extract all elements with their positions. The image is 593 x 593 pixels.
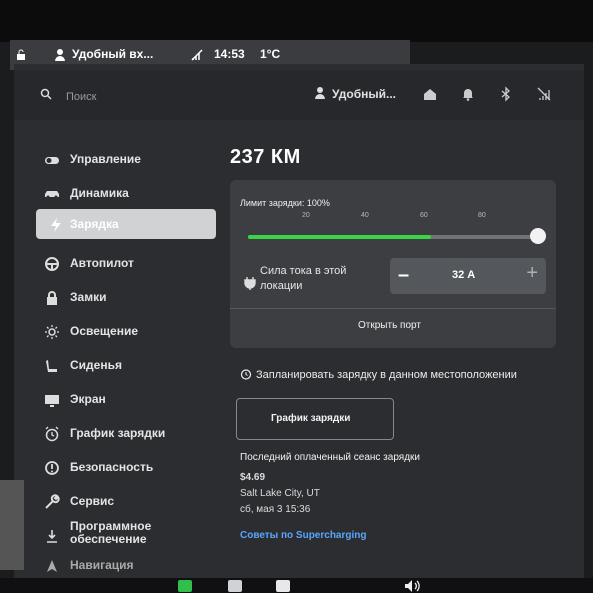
toggle-icon xyxy=(45,157,59,164)
current-stepper: – 32 А + xyxy=(390,258,546,294)
tick-label: 20 xyxy=(302,212,310,219)
sidebar-item-seats[interactable]: Сиденья xyxy=(14,350,214,380)
sidebar-item-service[interactable]: Сервис xyxy=(14,486,214,516)
sidebar-item-label: Безопасность xyxy=(70,460,154,474)
current-charge-fill xyxy=(248,235,431,239)
current-value: 32 А xyxy=(452,269,476,281)
sidebar-item-label: Динамика xyxy=(70,186,129,200)
light-icon xyxy=(45,325,59,339)
current-label: Сила тока в этой локации xyxy=(260,265,347,292)
sidebar-item-label: Замки xyxy=(70,290,107,304)
sidebar-item-label: Управление xyxy=(70,152,141,166)
last-session-date: сб, мая 3 15:36 xyxy=(240,504,311,515)
tick-label: 60 xyxy=(420,212,428,219)
bell-icon[interactable] xyxy=(460,86,476,102)
search-input[interactable]: Поиск xyxy=(66,91,96,103)
taskbar xyxy=(0,578,593,593)
sidebar-item-label: График зарядки xyxy=(70,426,166,440)
charge-limit-label: Лимит зарядки: 100% xyxy=(240,198,330,208)
wrench-icon xyxy=(45,494,60,509)
sidebar-item-controls[interactable]: Управление xyxy=(14,144,214,174)
last-session-amount: $4.69 xyxy=(240,472,266,483)
sidebar-item-label: Навигация xyxy=(70,558,134,572)
tick-label: 40 xyxy=(361,212,369,219)
sidebar-item-navigation[interactable]: Навигация xyxy=(14,554,214,576)
tick-label: 80 xyxy=(478,212,486,219)
sidebar-item-display[interactable]: Экран xyxy=(14,384,214,414)
alarm-clock-icon xyxy=(240,369,252,380)
volume-icon[interactable] xyxy=(404,579,424,593)
app-icon[interactable] xyxy=(276,580,290,592)
header-bar: Поиск Удобный... xyxy=(14,70,584,120)
plug-icon xyxy=(244,277,256,290)
steering-wheel-icon xyxy=(45,257,59,271)
sidebar-item-label: Сиденья xyxy=(70,358,122,372)
garage-icon[interactable] xyxy=(422,86,438,102)
status-time: 14:53 xyxy=(214,47,245,61)
seat-icon xyxy=(46,360,57,372)
sidebar-item-software[interactable]: Программное обеспечение xyxy=(14,518,214,554)
sidebar-item-label: Автопилот xyxy=(70,256,134,270)
sidebar-item-label: Сервис xyxy=(70,494,115,508)
charge-schedule-button[interactable]: График зарядки xyxy=(236,398,394,440)
divider xyxy=(230,308,556,309)
status-temperature: 1°C xyxy=(260,47,281,61)
alarm-clock-icon xyxy=(45,426,59,442)
sidebar-item-safety[interactable]: Безопасность xyxy=(14,452,214,482)
sidebar-item-dynamics[interactable]: Динамика xyxy=(14,178,214,208)
sidebar-item-locks[interactable]: Замки xyxy=(14,282,214,312)
supercharging-tips-link[interactable]: Советы по Supercharging xyxy=(240,530,366,541)
increase-current-button[interactable]: + xyxy=(526,262,538,285)
last-session-title: Последний оплаченный сеанс зарядки xyxy=(240,452,420,463)
screen-icon xyxy=(45,395,59,407)
navigation-icon xyxy=(47,560,57,572)
charge-settings-card: Лимит зарядки: 100% 20 40 60 80 Сила ток… xyxy=(230,180,556,348)
range-readout: 237 КМ xyxy=(230,146,301,168)
lock-icon xyxy=(47,291,57,305)
schedule-charging-option[interactable]: Запланировать зарядку в данном местополо… xyxy=(240,368,517,381)
last-session-location: Salt Lake City, UT xyxy=(240,488,320,499)
sidebar-item-charge-schedule[interactable]: График зарядки xyxy=(14,418,214,448)
sidebar-item-autopilot[interactable]: Автопилот xyxy=(14,248,214,278)
charge-schedule-button-label: График зарядки xyxy=(271,413,351,424)
sidebar-item-label: Программное обеспечение xyxy=(70,519,152,546)
sidebar-item-lighting[interactable]: Освещение xyxy=(14,316,214,346)
screen-bezel-top xyxy=(0,0,593,42)
profile-icon[interactable] xyxy=(314,86,326,100)
bluetooth-icon[interactable] xyxy=(498,86,514,102)
status-profile-text: Удобный вх... xyxy=(72,47,154,61)
app-icon[interactable] xyxy=(228,580,242,592)
sidebar-item-label: Зарядка xyxy=(70,217,119,231)
decrease-current-button[interactable]: – xyxy=(398,264,409,287)
sidebar-item-charging[interactable]: Зарядка xyxy=(36,209,216,239)
bolt-icon xyxy=(51,218,61,232)
open-charge-port-button[interactable]: Открыть порт xyxy=(358,320,421,331)
app-icon[interactable] xyxy=(178,580,192,592)
lock-icon xyxy=(17,49,25,60)
safety-icon xyxy=(45,461,59,475)
profile-name[interactable]: Удобный... xyxy=(332,87,396,101)
search-icon[interactable] xyxy=(40,88,52,100)
no-signal-icon xyxy=(191,49,203,61)
download-icon xyxy=(47,530,57,543)
schedule-charging-label: Запланировать зарядку в данном местополо… xyxy=(256,369,517,381)
sidebar-item-label: Освещение xyxy=(70,324,138,338)
car-icon xyxy=(45,191,59,199)
no-signal-icon[interactable] xyxy=(536,86,552,102)
sidebar-item-label: Экран xyxy=(70,392,106,406)
charge-limit-slider[interactable] xyxy=(248,228,546,244)
charge-limit-handle[interactable] xyxy=(530,228,546,244)
person-icon xyxy=(55,49,65,61)
